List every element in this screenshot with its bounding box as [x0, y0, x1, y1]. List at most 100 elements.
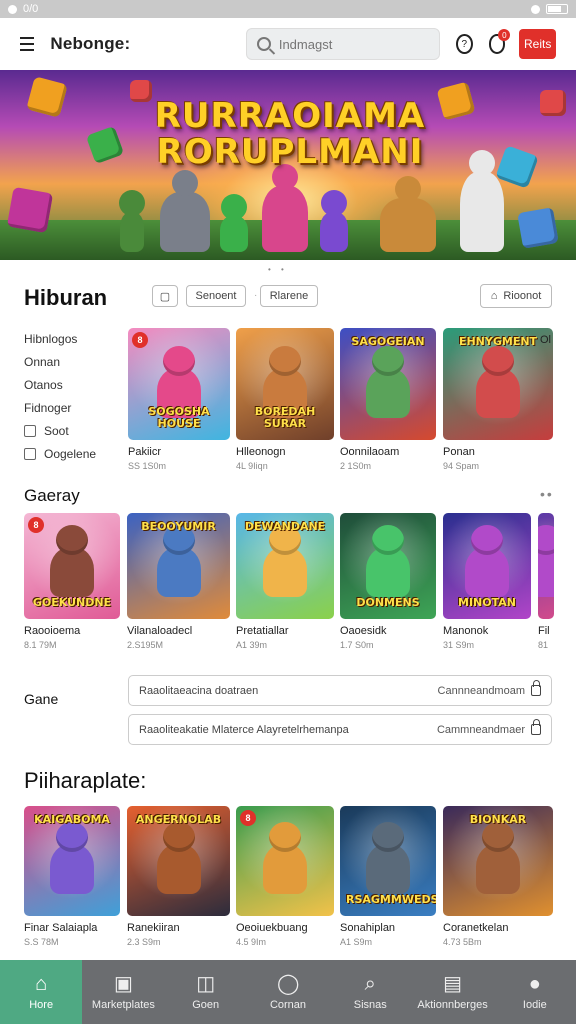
game-title: Oonnilaoam	[340, 446, 400, 458]
game-title: Raooioema	[24, 625, 81, 637]
game-art-title: SAGOGEIAN	[351, 335, 425, 348]
checkbox[interactable]	[24, 447, 36, 460]
filter-list: Hibnlogos Onnan Otanos Fidnoger Soot Oogelene	[24, 327, 124, 465]
game-meta: 1.7 S0m	[340, 640, 374, 650]
nav-item-chat[interactable]: ◯ Cornan	[247, 960, 329, 1024]
option-row-2[interactable]: Raaoliteakatie Mlaterce Alayretelrhemanp…	[128, 714, 552, 745]
section-title-hiburan: Hiburan	[24, 285, 108, 310]
game-thumbnail[interactable]: BIONKAR	[443, 806, 553, 916]
checkbox[interactable]	[24, 424, 36, 437]
game-art-title: DONMENS	[356, 596, 420, 609]
search-box[interactable]	[245, 28, 440, 60]
search-icon: ⌕	[364, 972, 376, 995]
game-card[interactable]: DEWANDANE Pretatiallar A1 39m	[236, 513, 334, 650]
game-thumbnail[interactable]: BOREDAH SURAR	[236, 328, 334, 440]
search-input[interactable]	[278, 36, 429, 52]
game-card[interactable]: Fil 81	[538, 513, 554, 650]
game-meta: 4.73 5Bm	[443, 937, 482, 947]
game-card[interactable]: ANGERNOLAB Ranekiiran 2.3 S9m	[127, 806, 230, 947]
game-card[interactable]: DONMENS Oaoesidk 1.7 S0m	[340, 513, 436, 650]
game-thumbnail[interactable]: MINOTAN	[443, 513, 531, 619]
game-thumbnail[interactable]: BEOOYUMIR	[127, 513, 230, 619]
nav-label: Aktionnberges	[417, 998, 488, 1011]
nav-item-games[interactable]: ◫ Goen	[165, 960, 247, 1024]
game-art-title: BIONKAR	[469, 813, 527, 826]
home-icon: ⌂	[35, 972, 48, 995]
chip-rlarene[interactable]: Rlarene	[260, 285, 318, 307]
status-text: 0/0	[23, 3, 39, 15]
game-thumbnail[interactable]: GOEKUNDNE 8	[24, 513, 120, 619]
game-card[interactable]: MINOTAN Manonok 31 S9m	[443, 513, 531, 650]
menu-icon[interactable]	[20, 37, 35, 51]
nav-item-search[interactable]: ⌕ Sisnas	[329, 960, 411, 1024]
game-card[interactable]: SAGOGEIAN Oonnilaoam 2 1S0m	[340, 328, 436, 471]
nav-item-bag[interactable]: ▤ Aktionnberges	[411, 960, 493, 1024]
filter-label: Soot	[44, 423, 69, 438]
more-icon[interactable]: ••	[540, 486, 554, 502]
game-meta: 2.S195M	[127, 640, 164, 650]
game-thumbnail[interactable]: KAIGABOMA	[24, 806, 120, 916]
character-art	[366, 368, 410, 418]
game-thumbnail[interactable]: 8	[236, 806, 334, 916]
chip-senoent[interactable]: Senoent	[186, 285, 246, 307]
chip-rioonot[interactable]: ⌂ Rioonot	[480, 284, 552, 308]
game-meta: 4.5 9Im	[236, 937, 267, 947]
game-card[interactable]: RSAGMMWEDS Sonahiplan A1 S9m	[340, 806, 436, 947]
game-card[interactable]: 8 Oeoiuekbuang 4.5 9Im	[236, 806, 334, 947]
filter-label: Onnan	[24, 354, 61, 369]
game-meta: 81	[538, 640, 549, 650]
filter-item[interactable]: Oogelene	[24, 442, 124, 465]
primary-action-button[interactable]: Reits	[519, 29, 556, 59]
game-thumbnail[interactable]	[538, 513, 554, 619]
store-icon: ▣	[113, 972, 133, 995]
game-card[interactable]: BIONKAR Coranetkelan 4.73 5Bm	[443, 806, 553, 947]
nav-item-home[interactable]: ⌂ Hore	[0, 960, 83, 1024]
filter-label: Hibnlogos	[24, 331, 78, 346]
option-row-1[interactable]: Raaolitaeacina doatraen Cannneandmoam	[128, 675, 552, 706]
nav-item-store[interactable]: ▣ Marketplates	[82, 960, 164, 1024]
game-title: Pakiicr	[128, 446, 162, 458]
game-thumbnail[interactable]: SOGOSHA HOUSE 8	[128, 328, 230, 440]
game-art-title: DEWANDANE	[244, 520, 326, 533]
game-thumbnail[interactable]: DEWANDANE	[236, 513, 334, 619]
game-card[interactable]: EHNYGMENT Ponan 94 Spam	[443, 328, 553, 471]
game-title: Hlleonogn	[236, 446, 286, 458]
hero-banner[interactable]: RURRAOIAMA RORUPLMANI	[0, 70, 576, 260]
game-card[interactable]: GOEKUNDNE 8 Raooioema 8.1 79M	[24, 513, 120, 650]
profile-icon: ●	[528, 972, 541, 995]
game-card[interactable]: Ol	[540, 328, 554, 346]
game-card[interactable]: BEOOYUMIR Vilanaloadecl 2.S195M	[127, 513, 230, 650]
game-card[interactable]: BOREDAH SURAR Hlleonogn 4L 9Iiqn	[236, 328, 334, 471]
game-art-title: KAIGABOMA	[34, 813, 110, 826]
filter-item[interactable]: Soot	[24, 419, 124, 442]
game-meta: S.S 78M	[24, 937, 59, 947]
help-icon[interactable]: ?	[455, 34, 473, 54]
wifi-icon	[531, 4, 540, 14]
game-thumbnail[interactable]: ANGERNOLAB	[127, 806, 230, 916]
game-title: Fil	[538, 625, 550, 637]
game-meta: 94 Spam	[443, 461, 480, 471]
filter-item[interactable]: Fidnoger	[24, 396, 124, 419]
character-art	[476, 368, 520, 418]
game-thumbnail[interactable]: DONMENS	[340, 513, 436, 619]
notification-icon[interactable]: 0	[488, 29, 511, 54]
nav-item-profile[interactable]: ● Iodie	[494, 960, 576, 1024]
game-card[interactable]: SOGOSHA HOUSE 8 Pakiicr SS 1S0m	[128, 328, 230, 471]
carousel-indicator[interactable]: • •	[268, 265, 288, 274]
nav-label: Sisnas	[353, 998, 387, 1011]
filter-item[interactable]: Onnan	[24, 350, 124, 373]
filter-item[interactable]: Hibnlogos	[24, 327, 124, 350]
game-art-title: BOREDAH SURAR	[254, 405, 316, 430]
game-thumbnail[interactable]: EHNYGMENT	[443, 328, 553, 440]
game-card[interactable]: KAIGABOMA Finar Salaiapla S.S 78M	[24, 806, 120, 947]
card-badge: 8	[132, 332, 148, 348]
game-thumbnail[interactable]: RSAGMMWEDS	[340, 806, 436, 916]
game-meta: SS 1S0m	[128, 461, 167, 471]
nav-label: Iodie	[522, 998, 547, 1011]
card-badge: 8	[28, 517, 44, 533]
filter-icon-chip[interactable]: ▢	[152, 285, 178, 307]
game-title: Pretatiallar	[236, 625, 289, 637]
game-thumbnail[interactable]: SAGOGEIAN	[340, 328, 436, 440]
game-art-title: RSAGMMWEDS	[346, 893, 436, 906]
filter-item[interactable]: Otanos	[24, 373, 124, 396]
